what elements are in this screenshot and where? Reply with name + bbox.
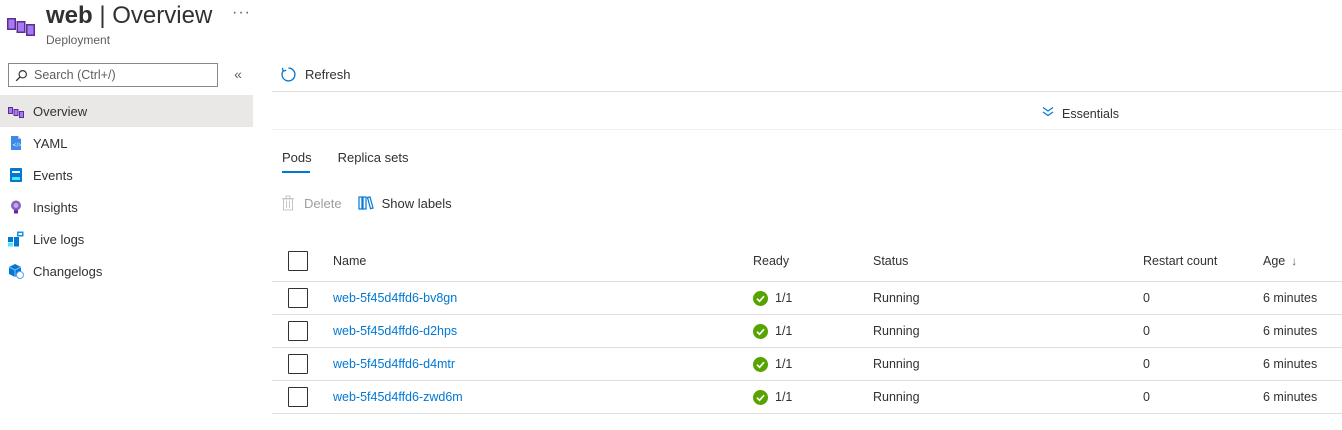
table-row[interactable]: web-5f45d4ffd6-bv8gn 1/1 Running 0 6 min… [272, 282, 1342, 315]
events-icon [8, 167, 24, 183]
pod-name-link[interactable]: web-5f45d4ffd6-d2hps [333, 315, 457, 347]
search-placeholder: Search (Ctrl+/) [34, 68, 116, 82]
pod-name-link[interactable]: web-5f45d4ffd6-bv8gn [333, 282, 457, 314]
more-actions-button[interactable]: ··· [232, 4, 251, 22]
restart-count-cell: 0 [1143, 390, 1150, 404]
table-row[interactable]: web-5f45d4ffd6-d2hps 1/1 Running 0 6 min… [272, 315, 1342, 348]
check-circle-icon [753, 323, 768, 339]
column-header-age[interactable]: Age ↓ [1263, 240, 1297, 281]
table-row[interactable]: web-5f45d4ffd6-d4mtr 1/1 Running 0 6 min… [272, 348, 1342, 381]
ready-cell: 1/1 [753, 315, 792, 347]
row-checkbox[interactable] [288, 354, 308, 374]
essentials-label: Essentials [1062, 106, 1119, 121]
resource-type: Deployment [46, 33, 111, 47]
row-checkbox[interactable] [288, 321, 308, 341]
restart-count-cell: 0 [1143, 291, 1150, 305]
refresh-icon [281, 67, 296, 82]
page-title: web | Overview [46, 2, 212, 30]
blade-header: web | Overview ··· Deployment [0, 0, 1342, 58]
delete-label: Delete [304, 195, 342, 211]
search-input[interactable]: Search (Ctrl+/) [8, 63, 218, 87]
main-content: Refresh Essentials Pods Replica sets Del… [272, 58, 1342, 414]
insights-icon [8, 199, 24, 215]
age-cell: 6 minutes [1263, 324, 1318, 338]
collapse-sidebar-button[interactable]: « [230, 66, 246, 82]
tab-list: Pods Replica sets [282, 150, 434, 173]
page-name: Overview [112, 2, 213, 29]
sort-descending-icon: ↓ [1291, 253, 1298, 268]
command-bar: Refresh [272, 58, 1342, 92]
column-header-status[interactable]: Status [873, 240, 908, 281]
pod-name-link[interactable]: web-5f45d4ffd6-d4mtr [333, 348, 455, 380]
pod-name-link[interactable]: web-5f45d4ffd6-zwd6m [333, 381, 463, 413]
ready-cell: 1/1 [753, 381, 792, 413]
check-circle-icon [753, 389, 768, 405]
row-checkbox[interactable] [288, 288, 308, 308]
changelogs-icon [8, 263, 24, 279]
divider [272, 129, 1342, 130]
check-circle-icon [753, 290, 768, 306]
labels-icon [357, 196, 374, 210]
ready-value: 1/1 [775, 324, 793, 338]
show-labels-button[interactable]: Show labels [357, 195, 452, 211]
age-cell: 6 minutes [1263, 357, 1318, 371]
row-checkbox[interactable] [288, 387, 308, 407]
pods-table: Name Ready Status Restart count Age ↓ we… [272, 240, 1342, 414]
title-separator: | [99, 2, 106, 29]
essentials-toggle[interactable]: Essentials [1042, 106, 1119, 121]
restart-count-cell: 0 [1143, 324, 1150, 338]
sidebar-item-changelogs[interactable]: Changelogs [0, 255, 253, 287]
svg-text:</>: </> [12, 143, 22, 149]
refresh-button[interactable]: Refresh [280, 66, 351, 83]
sidebar-item-events[interactable]: Events [0, 159, 253, 191]
pods-toolbar: Delete Show labels [280, 195, 468, 211]
delete-button[interactable]: Delete [280, 195, 342, 211]
status-cell: Running [873, 390, 920, 404]
column-header-ready[interactable]: Ready [753, 240, 789, 281]
column-header-name[interactable]: Name [333, 240, 366, 281]
column-header-age-label: Age [1263, 253, 1286, 268]
search-icon [15, 69, 27, 81]
status-cell: Running [873, 357, 920, 371]
trash-icon [282, 195, 294, 211]
check-circle-icon [753, 356, 768, 372]
column-header-restart-count[interactable]: Restart count [1143, 240, 1217, 281]
ready-cell: 1/1 [753, 282, 792, 314]
sidebar-item-yaml[interactable]: </> YAML [0, 127, 253, 159]
live-logs-icon [8, 231, 24, 247]
sidebar-item-label: Live logs [33, 231, 85, 247]
ready-value: 1/1 [775, 357, 793, 371]
restart-count-cell: 0 [1143, 357, 1150, 371]
age-cell: 6 minutes [1263, 390, 1318, 404]
ready-value: 1/1 [775, 291, 793, 305]
age-cell: 6 minutes [1263, 291, 1318, 305]
ready-value: 1/1 [775, 390, 793, 404]
yaml-icon: </> [8, 135, 24, 151]
sidebar-item-label: Overview [33, 103, 88, 119]
sidebar-nav: Overview </> YAML Events Insights Live l… [0, 95, 253, 287]
status-cell: Running [873, 324, 920, 338]
resource-name: web [46, 2, 93, 29]
sidebar-item-overview[interactable]: Overview [0, 95, 253, 127]
ready-cell: 1/1 [753, 348, 792, 380]
chevron-down-icon [1042, 106, 1054, 121]
sidebar-item-label: Events [33, 167, 73, 183]
tab-replica-sets[interactable]: Replica sets [338, 150, 409, 173]
sidebar-item-label: Changelogs [33, 263, 103, 279]
kubernetes-deployment-icon [7, 18, 35, 36]
sidebar-item-label: Insights [33, 199, 78, 215]
table-row[interactable]: web-5f45d4ffd6-zwd6m 1/1 Running 0 6 min… [272, 381, 1342, 414]
table-header-row: Name Ready Status Restart count Age ↓ [272, 240, 1342, 282]
tab-pods[interactable]: Pods [282, 150, 312, 173]
sidebar-item-label: YAML [33, 135, 68, 151]
sidebar-item-insights[interactable]: Insights [0, 191, 253, 223]
refresh-label: Refresh [305, 67, 351, 82]
sidebar-item-live-logs[interactable]: Live logs [0, 223, 253, 255]
status-cell: Running [873, 291, 920, 305]
show-labels-label: Show labels [381, 195, 452, 211]
overview-icon [8, 103, 24, 119]
select-all-checkbox[interactable] [288, 250, 308, 271]
